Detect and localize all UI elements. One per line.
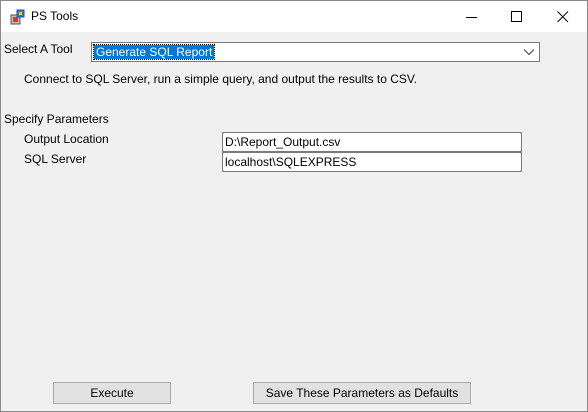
ps-tools-window: PS Tools Select A Tool Generate SQL Repo… (0, 0, 588, 412)
tool-dropdown-value: Generate SQL Report (92, 44, 216, 60)
close-button[interactable] (540, 1, 586, 32)
minimize-icon (466, 17, 477, 18)
maximize-icon (511, 11, 522, 22)
sql-server-label: SQL Server (24, 152, 87, 166)
title-bar[interactable]: PS Tools (1, 1, 587, 32)
select-tool-label: Select A Tool (4, 42, 73, 56)
parameters-heading: Specify Parameters (4, 112, 109, 126)
sql-server-field[interactable]: localhost\SQLEXPRESS (222, 152, 522, 172)
ps-tools-app-icon[interactable] (10, 9, 26, 25)
execute-button[interactable]: Execute (53, 382, 171, 404)
window-title: PS Tools (31, 9, 79, 23)
chevron-down-icon[interactable] (523, 48, 535, 56)
maximize-button[interactable] (494, 1, 540, 32)
output-location-field[interactable]: D:\Report_Output.csv (222, 132, 522, 152)
minimize-button[interactable] (449, 1, 495, 32)
save-defaults-button[interactable]: Save These Parameters as Defaults (253, 382, 471, 404)
close-icon (557, 11, 569, 23)
output-location-label: Output Location (24, 132, 109, 146)
tool-description: Connect to SQL Server, run a simple quer… (24, 72, 418, 86)
tool-dropdown[interactable]: Generate SQL Report (91, 42, 540, 62)
